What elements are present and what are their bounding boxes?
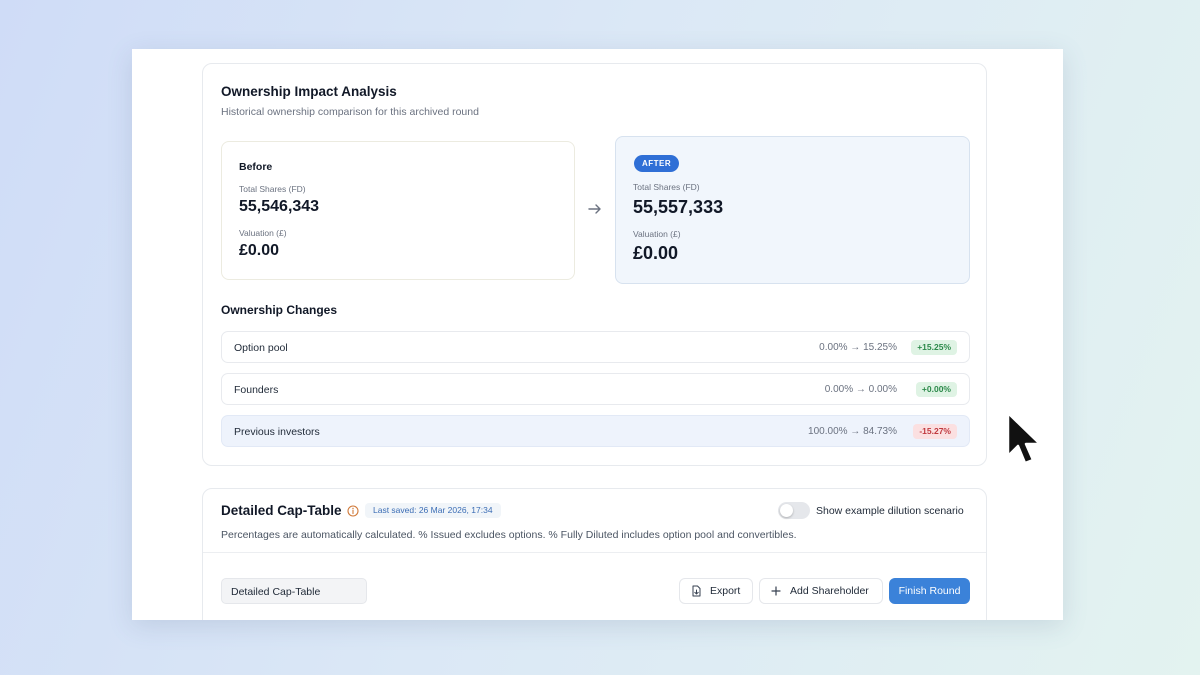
change-row-delta: +15.25% <box>911 340 957 355</box>
finish-round-label: Finish Round <box>898 585 961 597</box>
ownership-impact-card: Ownership Impact Analysis Historical own… <box>202 63 987 466</box>
file-export-icon <box>692 585 701 597</box>
app-window: Ownership Impact Analysis Historical own… <box>132 49 1063 620</box>
change-row-option-pool: Option pool 0.00% → 15.25% +15.25% <box>221 331 970 363</box>
change-row-values: 0.00% → 0.00% <box>824 384 897 395</box>
change-row-founders: Founders 0.00% → 0.00% +0.00% <box>221 373 970 405</box>
after-shares-label: Total Shares (FD) <box>633 182 700 192</box>
add-shareholder-label: Add Shareholder <box>790 585 869 597</box>
change-row-name: Option pool <box>234 342 288 354</box>
cap-table-title: Detailed Cap-Table <box>221 503 342 518</box>
change-row-delta: +0.00% <box>915 382 957 397</box>
change-row-name: Previous investors <box>234 426 320 438</box>
toggle-knob <box>780 504 793 517</box>
before-summary: Before Total Shares (FD) 55,546,343 Valu… <box>221 141 575 280</box>
after-valuation-value: £0.00 <box>633 243 679 263</box>
change-row-name: Founders <box>234 384 279 396</box>
after-valuation-label: Valuation (£) <box>633 229 681 239</box>
detailed-cap-table-card: Detailed Cap-Table Last saved: 26 Mar 20… <box>202 488 987 620</box>
after-badge: AFTER <box>634 155 680 172</box>
impact-title: Ownership Impact Analysis <box>221 84 397 99</box>
dilution-scenario-label[interactable]: Show example dilution scenario <box>816 505 964 517</box>
arrow-right-icon <box>588 204 601 214</box>
finish-round-button[interactable]: Finish Round <box>889 578 970 604</box>
plus-icon <box>771 586 781 596</box>
add-shareholder-button[interactable]: Add Shareholder <box>759 578 883 604</box>
cap-table-description: Percentages are automatically calculated… <box>221 529 797 541</box>
change-row-delta: -15.27% <box>913 424 957 439</box>
last-saved-badge: Last saved: 26 Mar 2026, 17:34 <box>365 503 501 518</box>
ownership-changes-title: Ownership Changes <box>221 303 338 317</box>
export-button[interactable]: Export <box>679 578 753 604</box>
export-label: Export <box>710 585 741 597</box>
cap-table-header: Detailed Cap-Table Last saved: 26 Mar 20… <box>203 489 986 553</box>
before-shares-label: Total Shares (FD) <box>239 184 306 194</box>
after-summary: AFTER Total Shares (FD) 55,557,333 Valua… <box>615 136 970 284</box>
tab-detailed-cap-table[interactable]: Detailed Cap-Table <box>221 578 367 604</box>
before-heading: Before <box>239 161 273 173</box>
info-circle-icon[interactable] <box>347 505 359 517</box>
dilution-scenario-toggle[interactable] <box>778 502 810 519</box>
change-row-values: 0.00% → 15.25% <box>819 342 897 353</box>
change-row-values: 100.00% → 84.73% <box>808 426 897 437</box>
after-shares-value: 55,557,333 <box>633 197 724 217</box>
mouse-pointer-icon <box>1006 411 1042 465</box>
before-valuation-label: Valuation (£) <box>239 228 287 238</box>
impact-subtitle: Historical ownership comparison for this… <box>221 106 479 118</box>
before-valuation-value: £0.00 <box>239 242 280 259</box>
change-row-previous-investors: Previous investors 100.00% → 84.73% -15.… <box>221 415 970 447</box>
before-shares-value: 55,546,343 <box>239 198 320 215</box>
